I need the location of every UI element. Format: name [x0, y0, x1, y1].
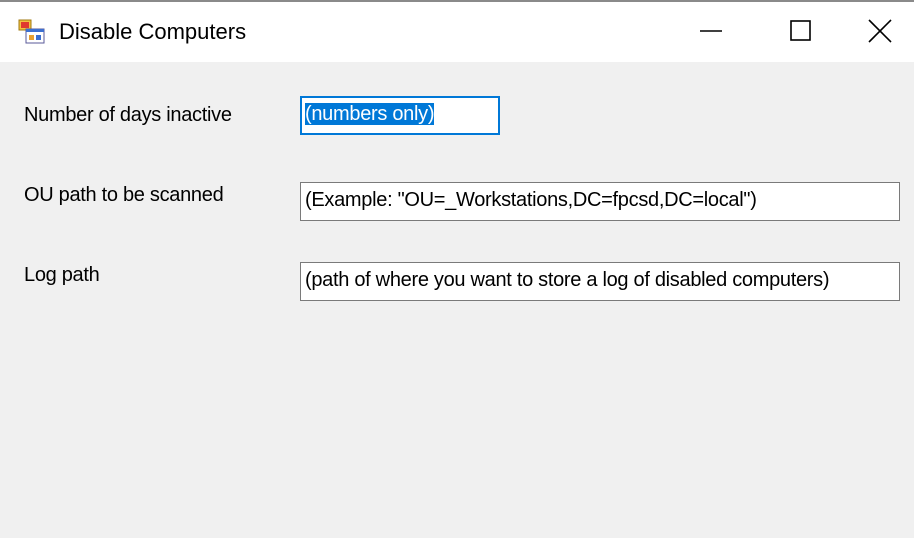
minimize-button[interactable] [666, 2, 756, 60]
minimize-icon [700, 30, 722, 32]
log-path-value: (path of where you want to store a log o… [305, 269, 830, 291]
close-icon [868, 19, 892, 43]
days-inactive-value: (numbers only) [305, 103, 435, 125]
days-inactive-label: Number of days inactive [24, 104, 232, 126]
window-title: Disable Computers [59, 19, 247, 44]
app-window: Disable Computers Number of days inactiv… [0, 0, 914, 538]
log-path-label: Log path [24, 264, 100, 286]
maximize-button[interactable] [756, 2, 846, 60]
form-app-icon[interactable] [18, 19, 45, 44]
days-inactive-input[interactable]: (numbers only) [300, 96, 500, 135]
ou-path-value: (Example: "OU=_Workstations,DC=fpcsd,DC=… [305, 189, 757, 211]
ou-path-input[interactable]: (Example: "OU=_Workstations,DC=fpcsd,DC=… [300, 182, 900, 221]
log-path-input[interactable]: (path of where you want to store a log o… [300, 262, 900, 301]
title-bar[interactable]: Disable Computers [0, 2, 914, 62]
close-button[interactable] [846, 2, 914, 60]
maximize-icon [790, 20, 811, 41]
ou-path-label: OU path to be scanned [24, 184, 224, 206]
